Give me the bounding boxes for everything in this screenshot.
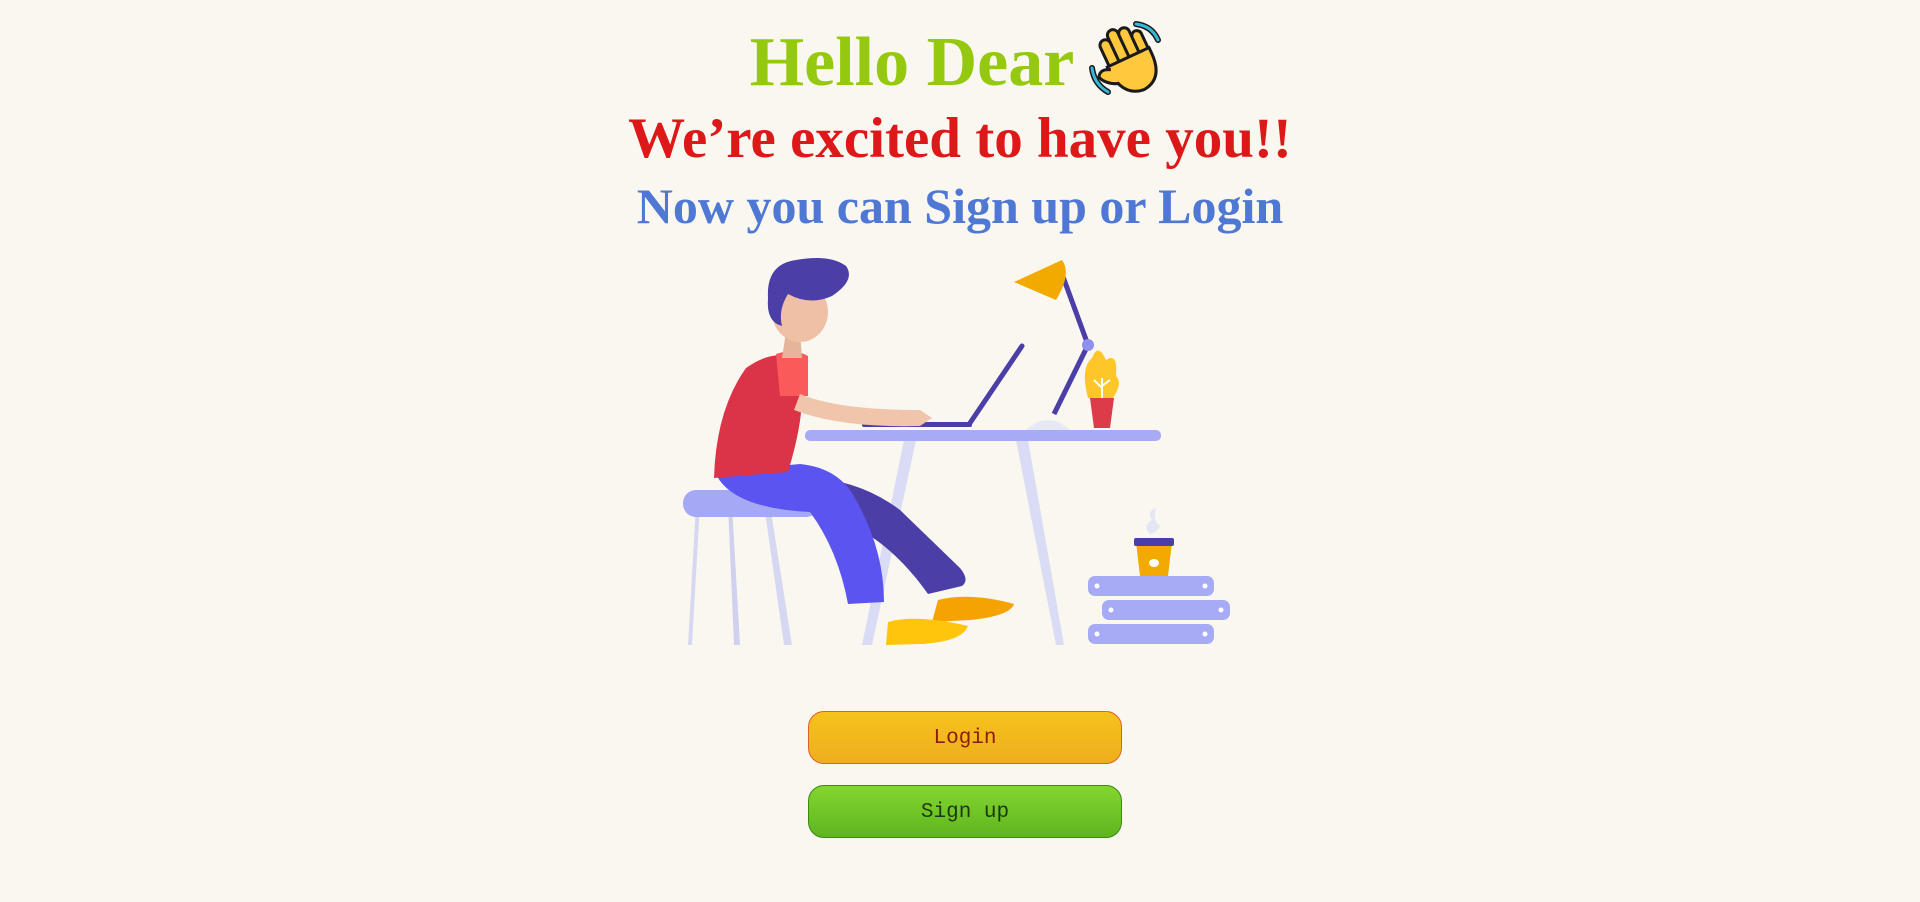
stool <box>683 490 819 645</box>
login-button[interactable]: Login <box>808 711 1122 764</box>
greeting-heading: Hello Dear <box>749 24 1075 101</box>
tagline-heading: We’re excited to have you!! <box>628 107 1292 170</box>
person <box>714 258 1014 645</box>
greeting-row: Hello Dear <box>0 18 1920 108</box>
desk-lamp <box>1014 260 1094 430</box>
person-working-at-laptop-illustration <box>683 258 1230 645</box>
book-stack-with-cup <box>1088 508 1230 644</box>
potted-plant <box>1084 350 1119 428</box>
waving-hand-icon <box>1086 18 1170 102</box>
welcome-page: Hello Dear We’re excited to have you!! N… <box>0 0 1920 902</box>
prompt-heading: Now you can Sign up or Login <box>636 178 1284 234</box>
signup-button[interactable]: Sign up <box>808 785 1122 838</box>
